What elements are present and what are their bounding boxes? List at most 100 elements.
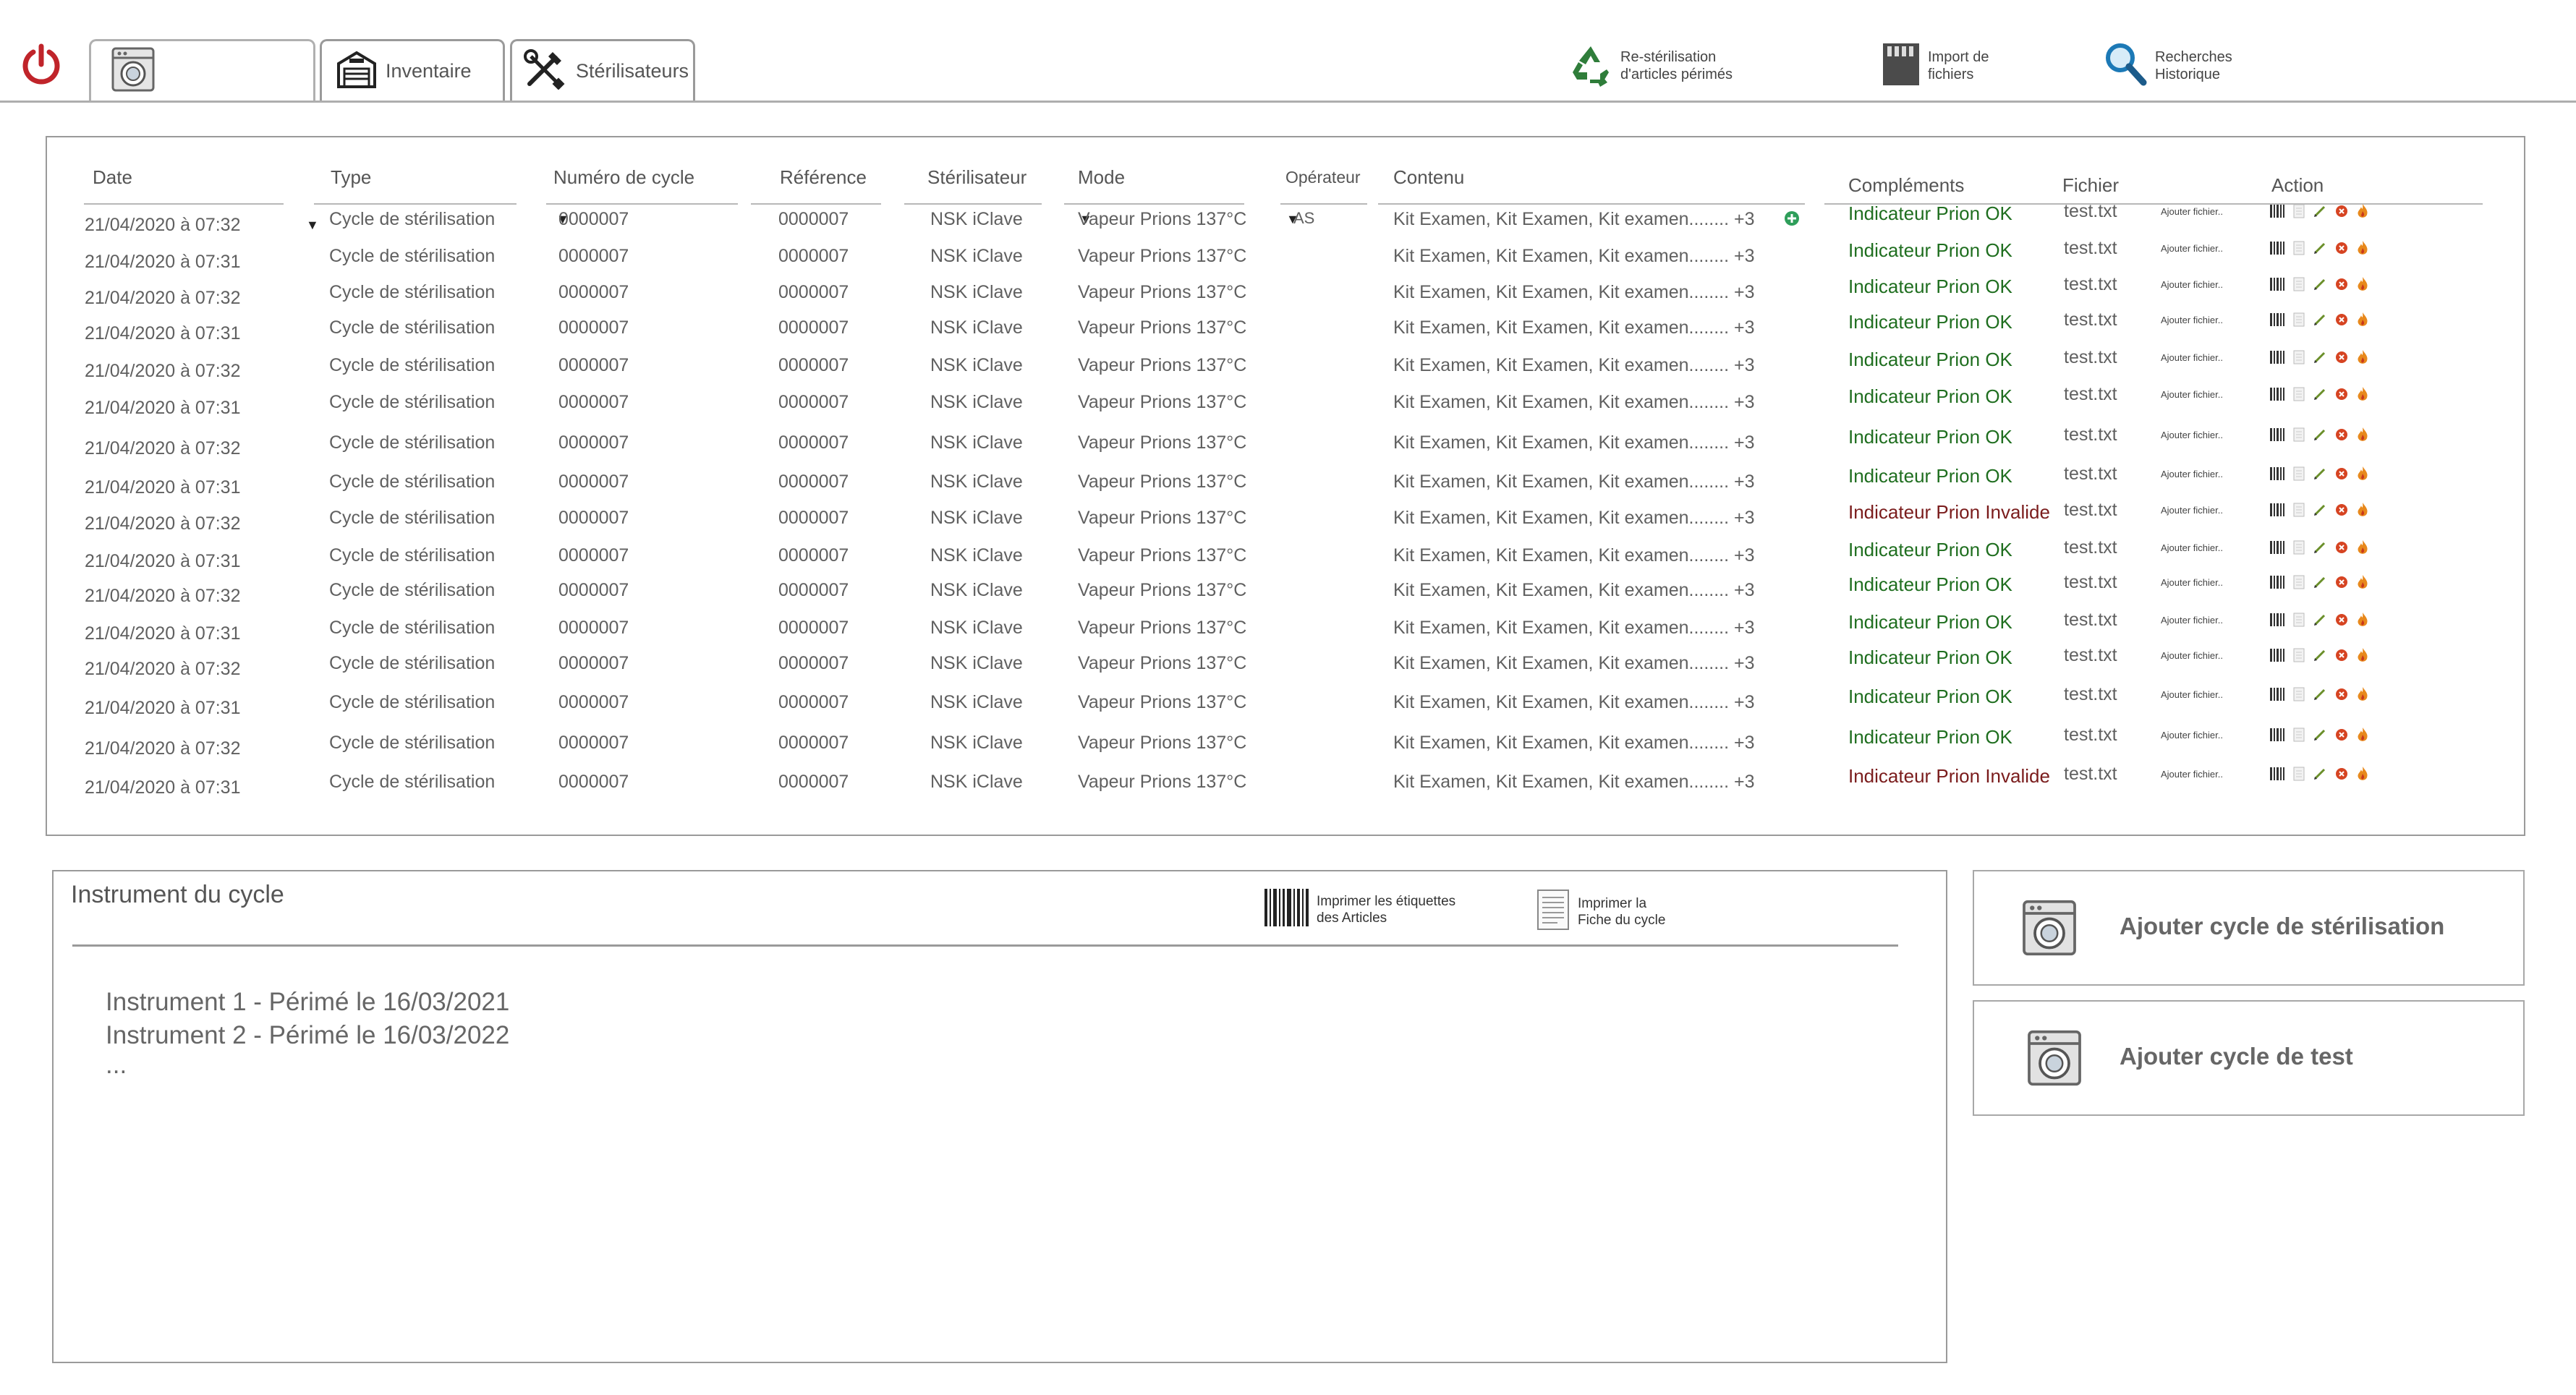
flame-icon[interactable] bbox=[2356, 349, 2369, 369]
delete-icon[interactable] bbox=[2335, 313, 2348, 330]
flame-icon[interactable] bbox=[2356, 727, 2369, 746]
document-icon[interactable] bbox=[2293, 767, 2305, 785]
add-file-link[interactable]: Ajouter fichier.. bbox=[2161, 577, 2223, 588]
delete-icon[interactable] bbox=[2335, 649, 2348, 665]
file-link[interactable]: test.txt bbox=[2064, 537, 2117, 558]
document-icon[interactable] bbox=[2293, 277, 2305, 295]
file-link[interactable]: test.txt bbox=[2064, 274, 2117, 295]
document-icon[interactable] bbox=[2293, 427, 2305, 445]
header-action[interactable]: Action bbox=[2271, 174, 2324, 197]
add-file-link[interactable]: Ajouter fichier.. bbox=[2161, 505, 2223, 516]
add-file-link[interactable]: Ajouter fichier.. bbox=[2161, 352, 2223, 363]
add-sterilisation-cycle-button[interactable]: Ajouter cycle de stérilisation bbox=[1973, 870, 2525, 986]
edit-pen-icon[interactable] bbox=[2313, 204, 2327, 222]
header-date[interactable]: Date bbox=[93, 166, 132, 189]
flame-icon[interactable] bbox=[2356, 203, 2369, 223]
barcode-icon[interactable] bbox=[2269, 648, 2285, 666]
header-contenu[interactable]: Contenu bbox=[1393, 166, 1464, 189]
file-link[interactable]: test.txt bbox=[2064, 645, 2117, 666]
barcode-icon[interactable] bbox=[2269, 687, 2285, 705]
flame-icon[interactable] bbox=[2356, 766, 2369, 785]
chevron-down-icon[interactable]: ▼ bbox=[306, 218, 319, 233]
power-icon[interactable] bbox=[19, 42, 64, 87]
file-link[interactable]: test.txt bbox=[2064, 425, 2117, 445]
delete-icon[interactable] bbox=[2335, 613, 2348, 630]
delete-icon[interactable] bbox=[2335, 503, 2348, 520]
file-link[interactable]: test.txt bbox=[2064, 725, 2117, 746]
header-reference[interactable]: Référence bbox=[780, 166, 867, 189]
tab-sterilisateurs[interactable]: Stérilisateurs bbox=[510, 39, 695, 101]
header-complements[interactable]: Compléments bbox=[1848, 174, 1964, 197]
file-link[interactable]: test.txt bbox=[2064, 572, 2117, 593]
edit-pen-icon[interactable] bbox=[2313, 312, 2327, 330]
barcode-icon[interactable] bbox=[2269, 312, 2285, 330]
flame-icon[interactable] bbox=[2356, 502, 2369, 521]
edit-pen-icon[interactable] bbox=[2313, 427, 2327, 445]
header-type[interactable]: Type bbox=[331, 166, 371, 189]
barcode-icon[interactable] bbox=[2269, 466, 2285, 485]
delete-icon[interactable] bbox=[2335, 576, 2348, 592]
edit-pen-icon[interactable] bbox=[2313, 277, 2327, 295]
document-icon[interactable] bbox=[2293, 350, 2305, 368]
flame-icon[interactable] bbox=[2356, 312, 2369, 331]
file-link[interactable]: test.txt bbox=[2064, 384, 2117, 405]
edit-pen-icon[interactable] bbox=[2313, 387, 2327, 405]
document-icon[interactable] bbox=[2293, 312, 2305, 330]
header-operateur[interactable]: Opérateur bbox=[1285, 168, 1361, 187]
add-file-link[interactable]: Ajouter fichier.. bbox=[2161, 650, 2223, 661]
add-test-cycle-button[interactable]: Ajouter cycle de test bbox=[1973, 1000, 2525, 1116]
barcode-icon[interactable] bbox=[2269, 387, 2285, 405]
barcode-icon[interactable] bbox=[2269, 613, 2285, 631]
file-link[interactable]: test.txt bbox=[2064, 500, 2117, 521]
document-icon[interactable] bbox=[2293, 204, 2305, 222]
document-icon[interactable] bbox=[2293, 241, 2305, 259]
file-link[interactable]: test.txt bbox=[2064, 347, 2117, 368]
barcode-icon[interactable] bbox=[2269, 503, 2285, 521]
file-link[interactable]: test.txt bbox=[2064, 310, 2117, 330]
barcode-icon[interactable] bbox=[2269, 427, 2285, 445]
barcode-icon[interactable] bbox=[2269, 575, 2285, 593]
edit-pen-icon[interactable] bbox=[2313, 613, 2327, 631]
flame-icon[interactable] bbox=[2356, 466, 2369, 485]
delete-icon[interactable] bbox=[2335, 728, 2348, 745]
header-sterilisateur[interactable]: Stérilisateur bbox=[927, 166, 1026, 189]
document-icon[interactable] bbox=[2293, 648, 2305, 666]
delete-icon[interactable] bbox=[2335, 278, 2348, 294]
add-file-link[interactable]: Ajouter fichier.. bbox=[2161, 206, 2223, 217]
add-file-link[interactable]: Ajouter fichier.. bbox=[2161, 615, 2223, 626]
document-icon[interactable] bbox=[2293, 387, 2305, 405]
barcode-icon[interactable] bbox=[2269, 728, 2285, 746]
edit-pen-icon[interactable] bbox=[2313, 687, 2327, 705]
barcode-icon[interactable] bbox=[2269, 241, 2285, 259]
file-link[interactable]: test.txt bbox=[2064, 201, 2117, 222]
file-link[interactable]: test.txt bbox=[2064, 764, 2117, 785]
flame-icon[interactable] bbox=[2356, 539, 2369, 559]
document-icon[interactable] bbox=[2293, 687, 2305, 705]
flame-icon[interactable] bbox=[2356, 386, 2369, 406]
header-fichier[interactable]: Fichier bbox=[2062, 174, 2119, 197]
tab-inventaire[interactable]: Inventaire bbox=[320, 39, 505, 101]
add-file-link[interactable]: Ajouter fichier.. bbox=[2161, 315, 2223, 325]
flame-icon[interactable] bbox=[2356, 647, 2369, 667]
add-file-link[interactable]: Ajouter fichier.. bbox=[2161, 689, 2223, 700]
edit-pen-icon[interactable] bbox=[2313, 575, 2327, 593]
document-icon[interactable] bbox=[2293, 613, 2305, 631]
edit-pen-icon[interactable] bbox=[2313, 540, 2327, 558]
add-file-link[interactable]: Ajouter fichier.. bbox=[2161, 279, 2223, 290]
barcode-icon[interactable] bbox=[2269, 204, 2285, 222]
flame-icon[interactable] bbox=[2356, 612, 2369, 631]
tab-cycles[interactable] bbox=[89, 39, 315, 101]
document-icon[interactable] bbox=[2293, 575, 2305, 593]
print-sheet-button[interactable]: Imprimer la Fiche du cycle bbox=[1536, 889, 1665, 934]
resterilisation-button[interactable]: Re-stérilisation d'articles périmés bbox=[1568, 42, 1733, 90]
file-link[interactable]: test.txt bbox=[2064, 610, 2117, 631]
plus-circle-icon[interactable] bbox=[1784, 210, 1800, 230]
header-mode[interactable]: Mode bbox=[1078, 166, 1125, 189]
delete-icon[interactable] bbox=[2335, 767, 2348, 784]
barcode-icon[interactable] bbox=[2269, 350, 2285, 368]
import-fichiers-button[interactable]: Import de fichiers bbox=[1882, 42, 1989, 90]
edit-pen-icon[interactable] bbox=[2313, 728, 2327, 746]
add-file-link[interactable]: Ajouter fichier.. bbox=[2161, 769, 2223, 780]
flame-icon[interactable] bbox=[2356, 686, 2369, 706]
delete-icon[interactable] bbox=[2335, 205, 2348, 221]
